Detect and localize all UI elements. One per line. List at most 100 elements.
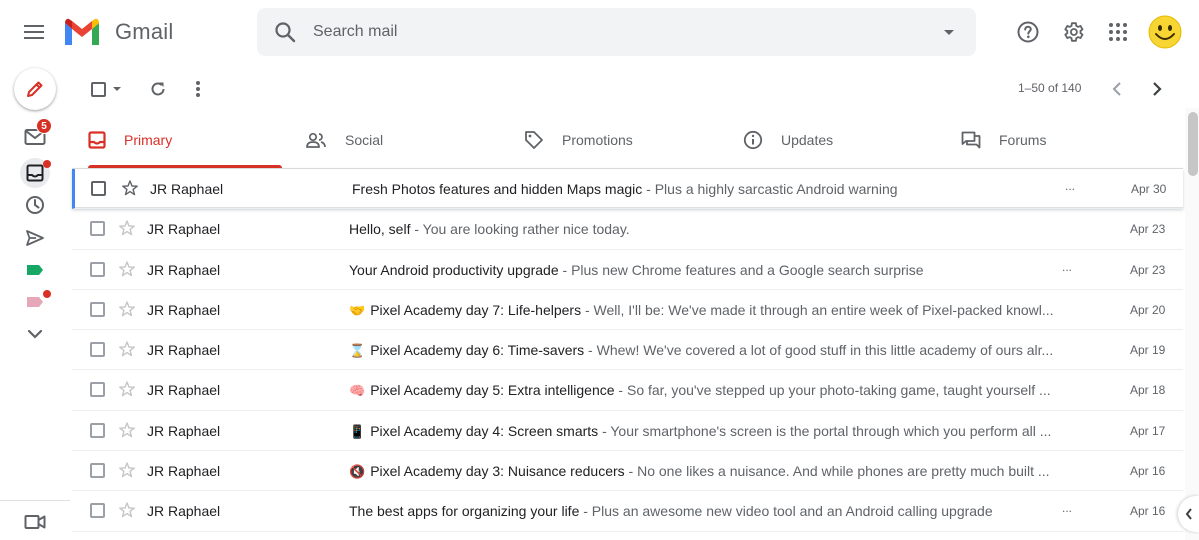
rail-divider — [0, 500, 70, 501]
email-date: Apr 18 — [1130, 383, 1166, 398]
star-icon — [122, 180, 138, 196]
email-attachment-ellipsis: ... — [1065, 179, 1076, 193]
settings-button[interactable] — [1059, 18, 1087, 46]
star-button[interactable] — [118, 219, 136, 237]
email-row[interactable]: JR Raphael Fresh Photos features and hid… — [72, 169, 1183, 210]
checkbox-icon — [90, 81, 106, 97]
row-checkbox[interactable] — [91, 181, 106, 196]
search-icon[interactable] — [273, 20, 297, 44]
star-icon — [119, 502, 135, 518]
star-button[interactable] — [118, 380, 136, 398]
email-row[interactable]: JR Raphael 📱 Pixel Academy day 4: Screen … — [72, 411, 1183, 452]
tab-promotions-label: Promotions — [562, 132, 633, 148]
tab-social[interactable]: Social — [305, 112, 505, 168]
older-page-button[interactable] — [1146, 78, 1168, 100]
email-sender: JR Raphael — [147, 301, 221, 318]
star-button[interactable] — [121, 179, 139, 197]
email-row[interactable]: JR Raphael Hello, self - You are looking… — [72, 209, 1183, 250]
forum-icon — [961, 131, 981, 149]
tab-primary[interactable]: Primary — [88, 112, 288, 168]
email-content: Fresh Photos features and hidden Maps ma… — [352, 181, 1074, 197]
row-checkbox[interactable] — [90, 221, 105, 237]
row-checkbox[interactable] — [90, 422, 105, 438]
clock-icon — [26, 196, 44, 214]
email-date: Apr 23 — [1130, 262, 1166, 277]
email-subject: Pixel Academy day 4: Screen smarts — [370, 422, 599, 439]
star-button[interactable] — [118, 461, 136, 479]
refresh-icon — [151, 82, 165, 96]
email-list: JR Raphael Fresh Photos features and hid… — [72, 169, 1183, 532]
refresh-button[interactable] — [147, 78, 169, 100]
rail-more-button[interactable] — [22, 321, 48, 347]
search-options-dropdown-icon[interactable] — [937, 20, 961, 44]
star-button[interactable] — [118, 260, 136, 278]
support-button[interactable] — [1014, 18, 1042, 46]
top-header: Gmail — [0, 0, 1199, 64]
star-icon — [119, 462, 135, 478]
row-checkbox[interactable] — [90, 261, 105, 277]
more-actions-button[interactable] — [188, 78, 208, 100]
star-button[interactable] — [118, 421, 136, 439]
email-subject: Your Android productivity upgrade — [349, 261, 559, 278]
account-avatar[interactable] — [1148, 15, 1182, 49]
star-icon — [119, 260, 135, 276]
email-row[interactable]: JR Raphael The best apps for organizing … — [72, 491, 1183, 532]
handshake-emoji-icon: 🤝 — [349, 302, 366, 318]
email-sender: JR Raphael — [147, 382, 221, 399]
email-attachment-ellipsis: ... — [1062, 501, 1073, 516]
email-row[interactable]: JR Raphael 🤝 Pixel Academy day 7: Life-he… — [72, 290, 1183, 331]
email-date: Apr 23 — [1130, 222, 1166, 237]
people-icon — [306, 132, 326, 148]
search-bar — [257, 8, 976, 56]
tab-updates[interactable]: Updates — [743, 112, 943, 168]
email-row[interactable]: JR Raphael 🧠 Pixel Academy day 5: Extra i… — [72, 370, 1183, 411]
tab-forums-label: Forums — [999, 132, 1047, 148]
select-all-dropdown[interactable] — [88, 78, 124, 100]
row-checkbox[interactable] — [90, 463, 105, 479]
email-row[interactable]: JR Raphael Your Android productivity upg… — [72, 250, 1183, 290]
row-checkbox[interactable] — [90, 301, 105, 317]
caret-down-icon — [112, 87, 121, 91]
star-button[interactable] — [118, 340, 136, 358]
email-content: 🧠 Pixel Academy day 5: Extra intelligence… — [349, 382, 1071, 399]
inbox-unread-dot — [43, 160, 51, 168]
gmail-m-icon — [65, 18, 99, 45]
email-snippet: - Your smartphone's screen is the portal… — [598, 422, 1052, 439]
email-snippet: - Plus new Chrome features and a Google … — [558, 261, 924, 278]
star-button[interactable] — [118, 501, 136, 519]
search-input[interactable] — [313, 8, 913, 56]
email-content: 🔇 Pixel Academy day 3: Nuisance reducers … — [349, 463, 1071, 480]
email-sender: JR Raphael — [147, 342, 221, 359]
tab-forums[interactable]: Forums — [961, 112, 1161, 168]
email-row[interactable]: JR Raphael 🔇 Pixel Academy day 3: Nuisanc… — [72, 451, 1183, 492]
email-snippet: - Well, I'll be: We've made it through a… — [581, 301, 1054, 318]
rail-snoozed-button[interactable] — [22, 192, 48, 218]
row-checkbox[interactable] — [90, 503, 105, 519]
email-date: Apr 17 — [1130, 423, 1166, 438]
email-row[interactable]: JR Raphael ⌛ Pixel Academy day 6: Time-sa… — [72, 330, 1183, 371]
star-icon — [119, 341, 135, 357]
rail-label-green-button[interactable] — [22, 257, 48, 283]
rail-sent-button[interactable] — [22, 225, 48, 251]
tab-social-label: Social — [345, 132, 384, 148]
newer-page-button[interactable] — [1106, 78, 1128, 100]
row-checkbox[interactable] — [90, 382, 105, 398]
email-content: ⌛ Pixel Academy day 6: Time-savers - Whew… — [349, 342, 1071, 359]
gmail-logo[interactable]: Gmail — [63, 17, 173, 47]
rail-meet-button[interactable] — [22, 509, 48, 535]
label-green-icon — [27, 265, 43, 275]
chevron-left-icon — [1185, 508, 1192, 520]
email-sender: JR Raphael — [150, 181, 224, 197]
email-snippet: - Plus an awesome new video tool and an … — [579, 503, 993, 520]
email-snippet: - Plus a highly sarcastic Android warnin… — [642, 181, 898, 197]
scrollbar-thumb[interactable] — [1188, 112, 1198, 176]
main-menu-button[interactable] — [20, 18, 48, 46]
row-checkbox[interactable] — [90, 342, 105, 358]
star-button[interactable] — [118, 300, 136, 318]
compose-button[interactable] — [14, 68, 56, 110]
google-apps-button[interactable] — [1104, 18, 1132, 46]
tab-promotions[interactable]: Promotions — [524, 112, 724, 168]
email-subject: Pixel Academy day 6: Time-savers — [370, 342, 585, 359]
gear-icon — [1064, 22, 1084, 42]
tab-updates-label: Updates — [781, 132, 834, 148]
